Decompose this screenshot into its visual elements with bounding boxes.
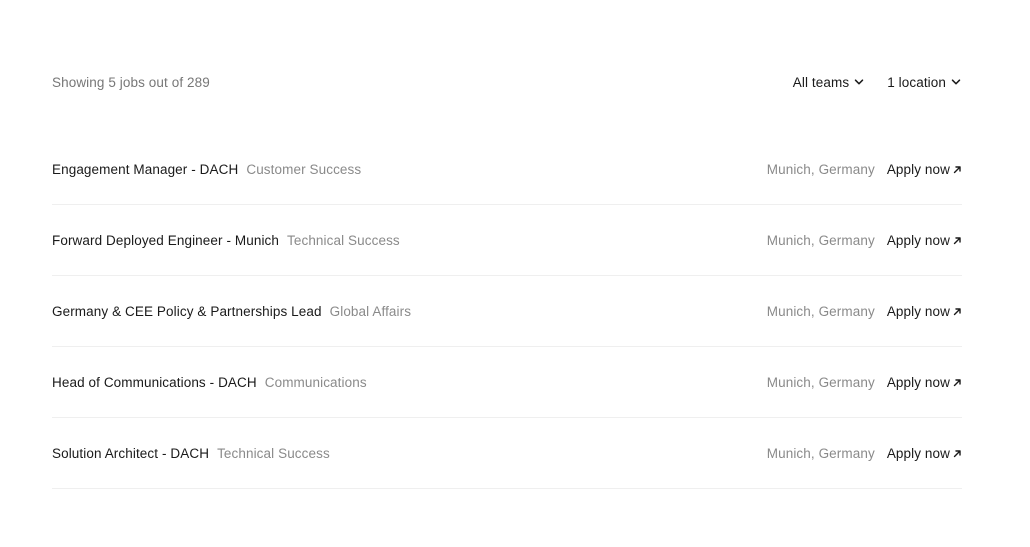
apply-now-link[interactable]: Apply now bbox=[887, 304, 962, 319]
teams-filter-dropdown[interactable]: All teams bbox=[793, 75, 865, 90]
job-list: Engagement Manager - DACH Customer Succe… bbox=[52, 134, 962, 489]
apply-now-label: Apply now bbox=[886, 303, 950, 319]
apply-now-label: Apply now bbox=[886, 161, 950, 177]
job-title[interactable]: Head of Communications - DACH bbox=[52, 375, 257, 390]
job-title[interactable]: Engagement Manager - DACH bbox=[52, 162, 238, 177]
job-team: Technical Success bbox=[287, 232, 400, 248]
job-location: Munich, Germany bbox=[766, 161, 875, 177]
location-filter-dropdown[interactable]: 1 location bbox=[887, 75, 962, 90]
apply-now-link[interactable]: Apply now bbox=[887, 446, 962, 461]
jobs-count-summary: Showing 5 jobs out of 289 bbox=[52, 74, 210, 90]
apply-now-link[interactable]: Apply now bbox=[887, 233, 962, 248]
chevron-down-icon bbox=[853, 76, 865, 88]
jobs-toolbar: Showing 5 jobs out of 289 All teams 1 lo… bbox=[52, 70, 962, 94]
arrow-up-right-icon bbox=[953, 236, 962, 245]
job-row: Forward Deployed Engineer - Munich Techn… bbox=[52, 205, 962, 276]
job-team: Communications bbox=[264, 374, 367, 390]
job-title[interactable]: Forward Deployed Engineer - Munich bbox=[52, 233, 279, 248]
job-row: Germany & CEE Policy & Partnerships Lead… bbox=[52, 276, 962, 347]
job-location: Munich, Germany bbox=[766, 232, 875, 248]
filters: All teams 1 location bbox=[793, 75, 962, 90]
arrow-up-right-icon bbox=[953, 449, 962, 458]
job-row: Engagement Manager - DACH Customer Succe… bbox=[52, 134, 962, 205]
apply-now-link[interactable]: Apply now bbox=[887, 162, 962, 177]
apply-now-label: Apply now bbox=[886, 232, 950, 248]
job-location: Munich, Germany bbox=[766, 374, 875, 390]
job-title[interactable]: Solution Architect - DACH bbox=[52, 446, 209, 461]
arrow-up-right-icon bbox=[953, 165, 962, 174]
apply-now-label: Apply now bbox=[886, 445, 950, 461]
apply-now-link[interactable]: Apply now bbox=[887, 375, 962, 390]
job-row: Head of Communications - DACH Communicat… bbox=[52, 347, 962, 418]
job-team: Technical Success bbox=[217, 445, 330, 461]
job-location: Munich, Germany bbox=[766, 445, 875, 461]
apply-now-label: Apply now bbox=[886, 374, 950, 390]
arrow-up-right-icon bbox=[953, 307, 962, 316]
chevron-down-icon bbox=[950, 76, 962, 88]
job-title[interactable]: Germany & CEE Policy & Partnerships Lead bbox=[52, 304, 322, 319]
teams-filter-label: All teams bbox=[792, 74, 850, 90]
job-location: Munich, Germany bbox=[766, 303, 875, 319]
job-team: Global Affairs bbox=[329, 303, 412, 319]
job-team: Customer Success bbox=[246, 161, 362, 177]
arrow-up-right-icon bbox=[953, 378, 962, 387]
job-row: Solution Architect - DACH Technical Succ… bbox=[52, 418, 962, 489]
location-filter-label: 1 location bbox=[887, 74, 946, 90]
